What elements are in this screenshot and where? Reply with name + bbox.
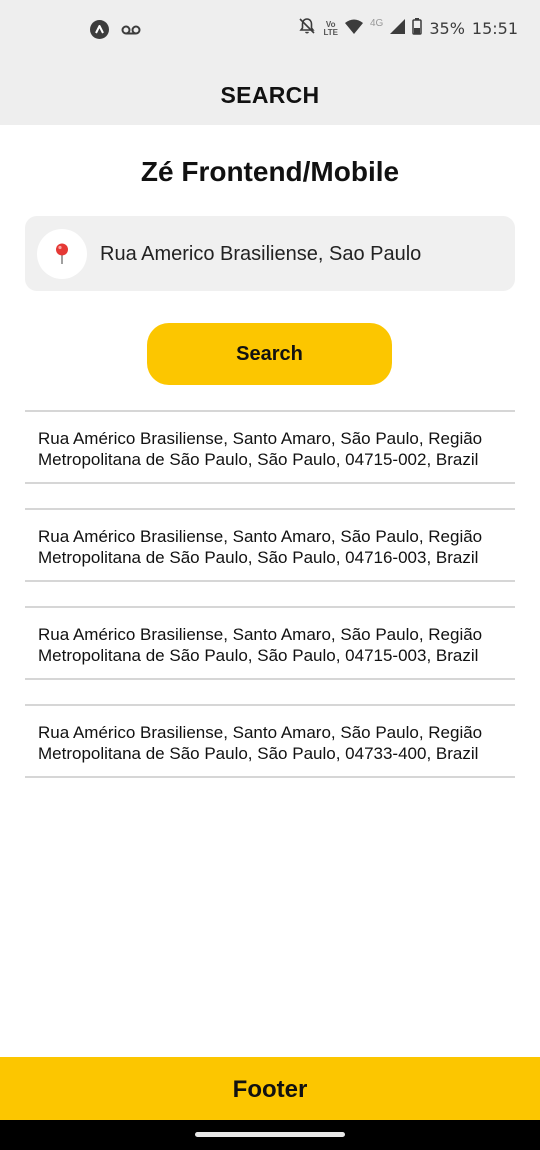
top-bar: Vo LTE 4G 35% 15:51 SEARCH: [0, 0, 540, 125]
volte-bottom-text: LTE: [323, 27, 338, 37]
result-line-2: Metropolitana de São Paulo, São Paulo, 0…: [38, 646, 479, 665]
result-line-2: Metropolitana de São Paulo, São Paulo, 0…: [38, 450, 479, 469]
system-nav-bar: [0, 1120, 540, 1150]
search-box[interactable]: [25, 216, 515, 291]
network-type-text: 4G: [369, 18, 384, 29]
result-line-1: Rua Américo Brasiliense, Santo Amaro, Sã…: [38, 527, 483, 546]
result-line-1: Rua Américo Brasiliense, Santo Amaro, Sã…: [38, 429, 483, 448]
status-left: [90, 20, 141, 39]
results-list: Rua Américo Brasiliense, Santo Amaro, Sã…: [25, 410, 515, 802]
clock: 15:51: [471, 19, 518, 38]
header-title: SEARCH: [220, 82, 320, 108]
home-gesture-handle[interactable]: [195, 1132, 345, 1137]
signal-icon: [390, 18, 406, 39]
map-pin-icon: [37, 229, 87, 279]
search-input[interactable]: [100, 236, 500, 272]
wifi-icon: [344, 19, 363, 39]
status-right: Vo LTE 4G 35% 15:51: [298, 17, 518, 40]
footer-label: Footer: [232, 1076, 308, 1103]
page-title: Zé Frontend/Mobile: [140, 156, 400, 187]
battery-icon: [412, 17, 423, 40]
result-item[interactable]: Rua Américo Brasiliense, Santo Amaro, Sã…: [25, 508, 515, 582]
battery-percent: 35%: [429, 19, 465, 38]
footer: Footer: [0, 1057, 540, 1120]
voicemail-icon: [121, 24, 141, 36]
status-bar: Vo LTE 4G 35% 15:51: [0, 0, 540, 62]
search-button[interactable]: Search: [147, 323, 392, 385]
volte-icon: Vo LTE: [323, 20, 338, 37]
result-line-2: Metropolitana de São Paulo, São Paulo, 0…: [38, 548, 479, 567]
result-line-1: Rua Américo Brasiliense, Santo Amaro, Sã…: [38, 625, 483, 644]
app-icon: [90, 20, 109, 39]
result-item[interactable]: Rua Américo Brasiliense, Santo Amaro, Sã…: [25, 704, 515, 778]
result-item[interactable]: Rua Américo Brasiliense, Santo Amaro, Sã…: [25, 606, 515, 680]
result-line-2: Metropolitana de São Paulo, São Paulo, 0…: [38, 744, 479, 763]
bell-off-icon: [298, 17, 316, 40]
result-line-1: Rua Américo Brasiliense, Santo Amaro, Sã…: [38, 723, 483, 742]
result-item[interactable]: Rua Américo Brasiliense, Santo Amaro, Sã…: [25, 410, 515, 484]
